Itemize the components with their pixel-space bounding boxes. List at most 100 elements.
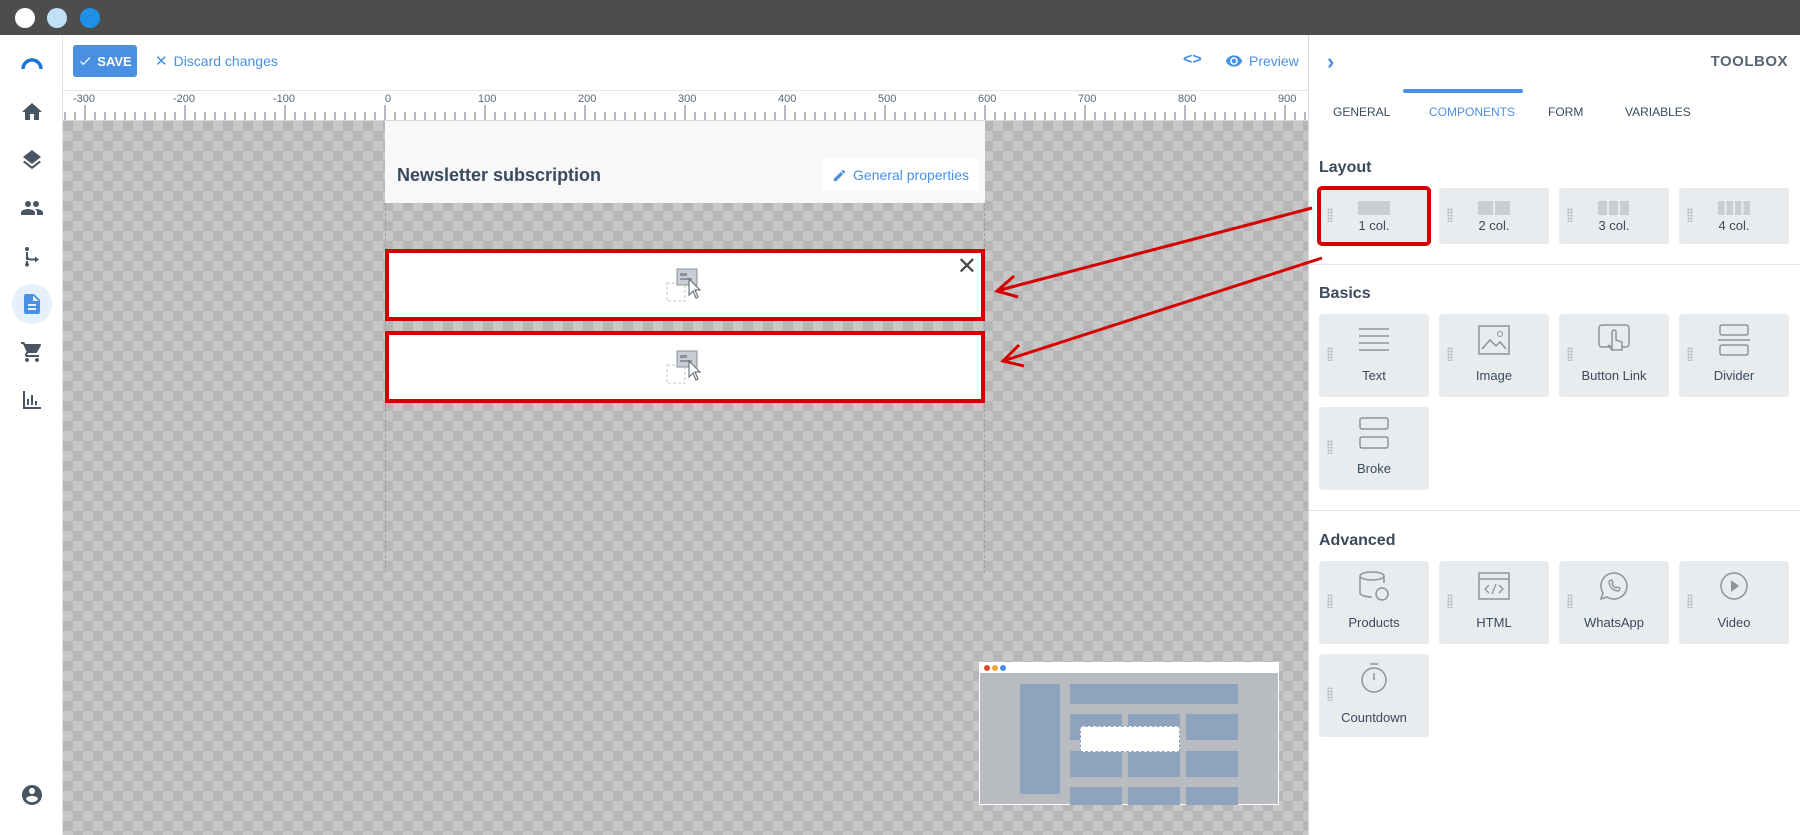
- drag-handle-icon: [1447, 594, 1453, 608]
- basics-button-link-tile[interactable]: Button Link: [1559, 314, 1669, 397]
- break-icon: [1359, 417, 1389, 449]
- horizontal-ruler: -300 -200 -100 0 100 200 300 400 500 600…: [63, 91, 1308, 121]
- drop-zone-row[interactable]: [385, 331, 985, 403]
- minimap-block: [1020, 684, 1060, 794]
- window-title-bar: [0, 0, 1800, 35]
- window-close-dot[interactable]: [15, 8, 35, 28]
- drag-handle-icon: [1687, 347, 1693, 361]
- minimap-dot: [992, 665, 998, 671]
- ruler-label: 700: [1078, 93, 1097, 105]
- preview-button[interactable]: Preview: [1225, 52, 1299, 70]
- tab-components[interactable]: COMPONENTS: [1429, 105, 1515, 119]
- minimap-viewport[interactable]: [1080, 726, 1180, 752]
- advanced-countdown-tile[interactable]: Countdown: [1319, 654, 1429, 737]
- whatsapp-icon: [1599, 572, 1628, 601]
- section-title-basics: Basics: [1319, 285, 1371, 302]
- three-column-icon: [1598, 201, 1629, 215]
- section-divider: [1309, 510, 1800, 511]
- tile-label: Video: [1717, 615, 1751, 630]
- tile-label: 4 col.: [1718, 218, 1750, 233]
- collapse-chevron-icon[interactable]: ›: [1327, 49, 1334, 75]
- people-icon[interactable]: [12, 188, 52, 228]
- stopwatch-icon: [1361, 663, 1387, 693]
- ruler-label: 300: [678, 93, 697, 105]
- two-column-icon: [1478, 201, 1510, 215]
- logo-icon[interactable]: [12, 43, 52, 83]
- home-icon[interactable]: [12, 92, 52, 132]
- preview-label: Preview: [1249, 53, 1299, 69]
- advanced-products-tile[interactable]: Products: [1319, 561, 1429, 644]
- advanced-whatsapp-tile[interactable]: WhatsApp: [1559, 561, 1669, 644]
- editor-canvas[interactable]: Newsletter subscription General properti…: [63, 121, 1308, 835]
- basics-divider-tile[interactable]: Divider: [1679, 314, 1789, 397]
- left-navigation: [0, 35, 63, 835]
- general-properties-button[interactable]: General properties: [822, 159, 979, 191]
- tab-variables[interactable]: VARIABLES: [1625, 105, 1691, 119]
- panel-title: TOOLBOX: [1710, 53, 1788, 70]
- ruler-label: 400: [778, 93, 797, 105]
- minimap-dot: [984, 665, 990, 671]
- basics-text-tile[interactable]: Text: [1319, 314, 1429, 397]
- account-icon[interactable]: [12, 775, 52, 815]
- basics-image-tile[interactable]: Image: [1439, 314, 1549, 397]
- one-column-icon: [1358, 201, 1390, 215]
- basics-broke-tile[interactable]: Broke: [1319, 407, 1429, 490]
- tab-form[interactable]: FORM: [1548, 105, 1583, 119]
- document-header: Newsletter subscription General properti…: [385, 121, 985, 203]
- minimap[interactable]: [979, 662, 1279, 805]
- layout-1-col-tile[interactable]: 1 col.: [1317, 186, 1431, 246]
- layout-2-col-tile[interactable]: 2 col.: [1439, 188, 1549, 244]
- advanced-video-tile[interactable]: Video: [1679, 561, 1789, 644]
- tile-label: Text: [1362, 368, 1386, 383]
- drag-handle-icon: [1327, 594, 1333, 608]
- close-icon[interactable]: ✕: [957, 255, 977, 279]
- text-lines-icon: [1359, 328, 1389, 351]
- flow-icon[interactable]: [12, 236, 52, 276]
- active-tab-indicator: [1403, 89, 1523, 93]
- save-label: SAVE: [97, 53, 132, 69]
- tile-label: Countdown: [1341, 710, 1407, 725]
- minimap-block: [1070, 751, 1122, 777]
- ruler-label: 0: [385, 93, 392, 105]
- minimap-block: [1186, 714, 1238, 740]
- tab-general[interactable]: GENERAL: [1333, 105, 1390, 119]
- ruler-label: 100: [478, 93, 497, 105]
- window-maximize-dot[interactable]: [80, 8, 100, 28]
- ruler-label: -300: [73, 93, 96, 105]
- html-code-icon: [1478, 572, 1510, 600]
- tile-label: WhatsApp: [1584, 615, 1644, 630]
- cart-icon[interactable]: [12, 332, 52, 372]
- database-sync-icon: [1359, 571, 1389, 601]
- minimap-block: [1070, 684, 1238, 704]
- document-icon[interactable]: [12, 284, 52, 324]
- play-circle-icon: [1720, 572, 1748, 600]
- save-button[interactable]: SAVE: [73, 45, 137, 77]
- drag-handle-icon: [1447, 347, 1453, 361]
- minimap-block: [1186, 751, 1238, 777]
- drag-handle-icon: [1567, 594, 1573, 608]
- layout-4-col-tile[interactable]: 4 col.: [1679, 188, 1789, 244]
- drop-zone-row[interactable]: ✕: [385, 249, 985, 321]
- section-title-advanced: Advanced: [1319, 532, 1396, 549]
- layout-3-col-tile[interactable]: 3 col.: [1559, 188, 1669, 244]
- tile-label: Products: [1348, 615, 1400, 630]
- minimap-dot: [1000, 665, 1006, 671]
- tile-label: Button Link: [1581, 368, 1647, 383]
- discard-changes-button[interactable]: ✕ Discard changes: [155, 52, 278, 70]
- tile-label: 1 col.: [1358, 218, 1390, 233]
- close-icon: ✕: [155, 53, 168, 70]
- minimap-block: [1186, 787, 1238, 805]
- minimap-titlebar: [980, 663, 1278, 673]
- advanced-html-tile[interactable]: HTML: [1439, 561, 1549, 644]
- pointer-button-icon: [1598, 324, 1630, 351]
- chart-icon[interactable]: [12, 380, 52, 420]
- ruler-label: 800: [1178, 93, 1197, 105]
- pencil-icon: [833, 169, 846, 181]
- tile-label: Broke: [1357, 461, 1391, 476]
- window-minimize-dot[interactable]: [47, 8, 67, 28]
- tile-label: Divider: [1713, 368, 1755, 383]
- code-view-button[interactable]: <>: [1183, 51, 1202, 69]
- ruler-label: -200: [173, 93, 196, 105]
- layers-icon[interactable]: [12, 140, 52, 180]
- drag-handle-icon: [1567, 347, 1573, 361]
